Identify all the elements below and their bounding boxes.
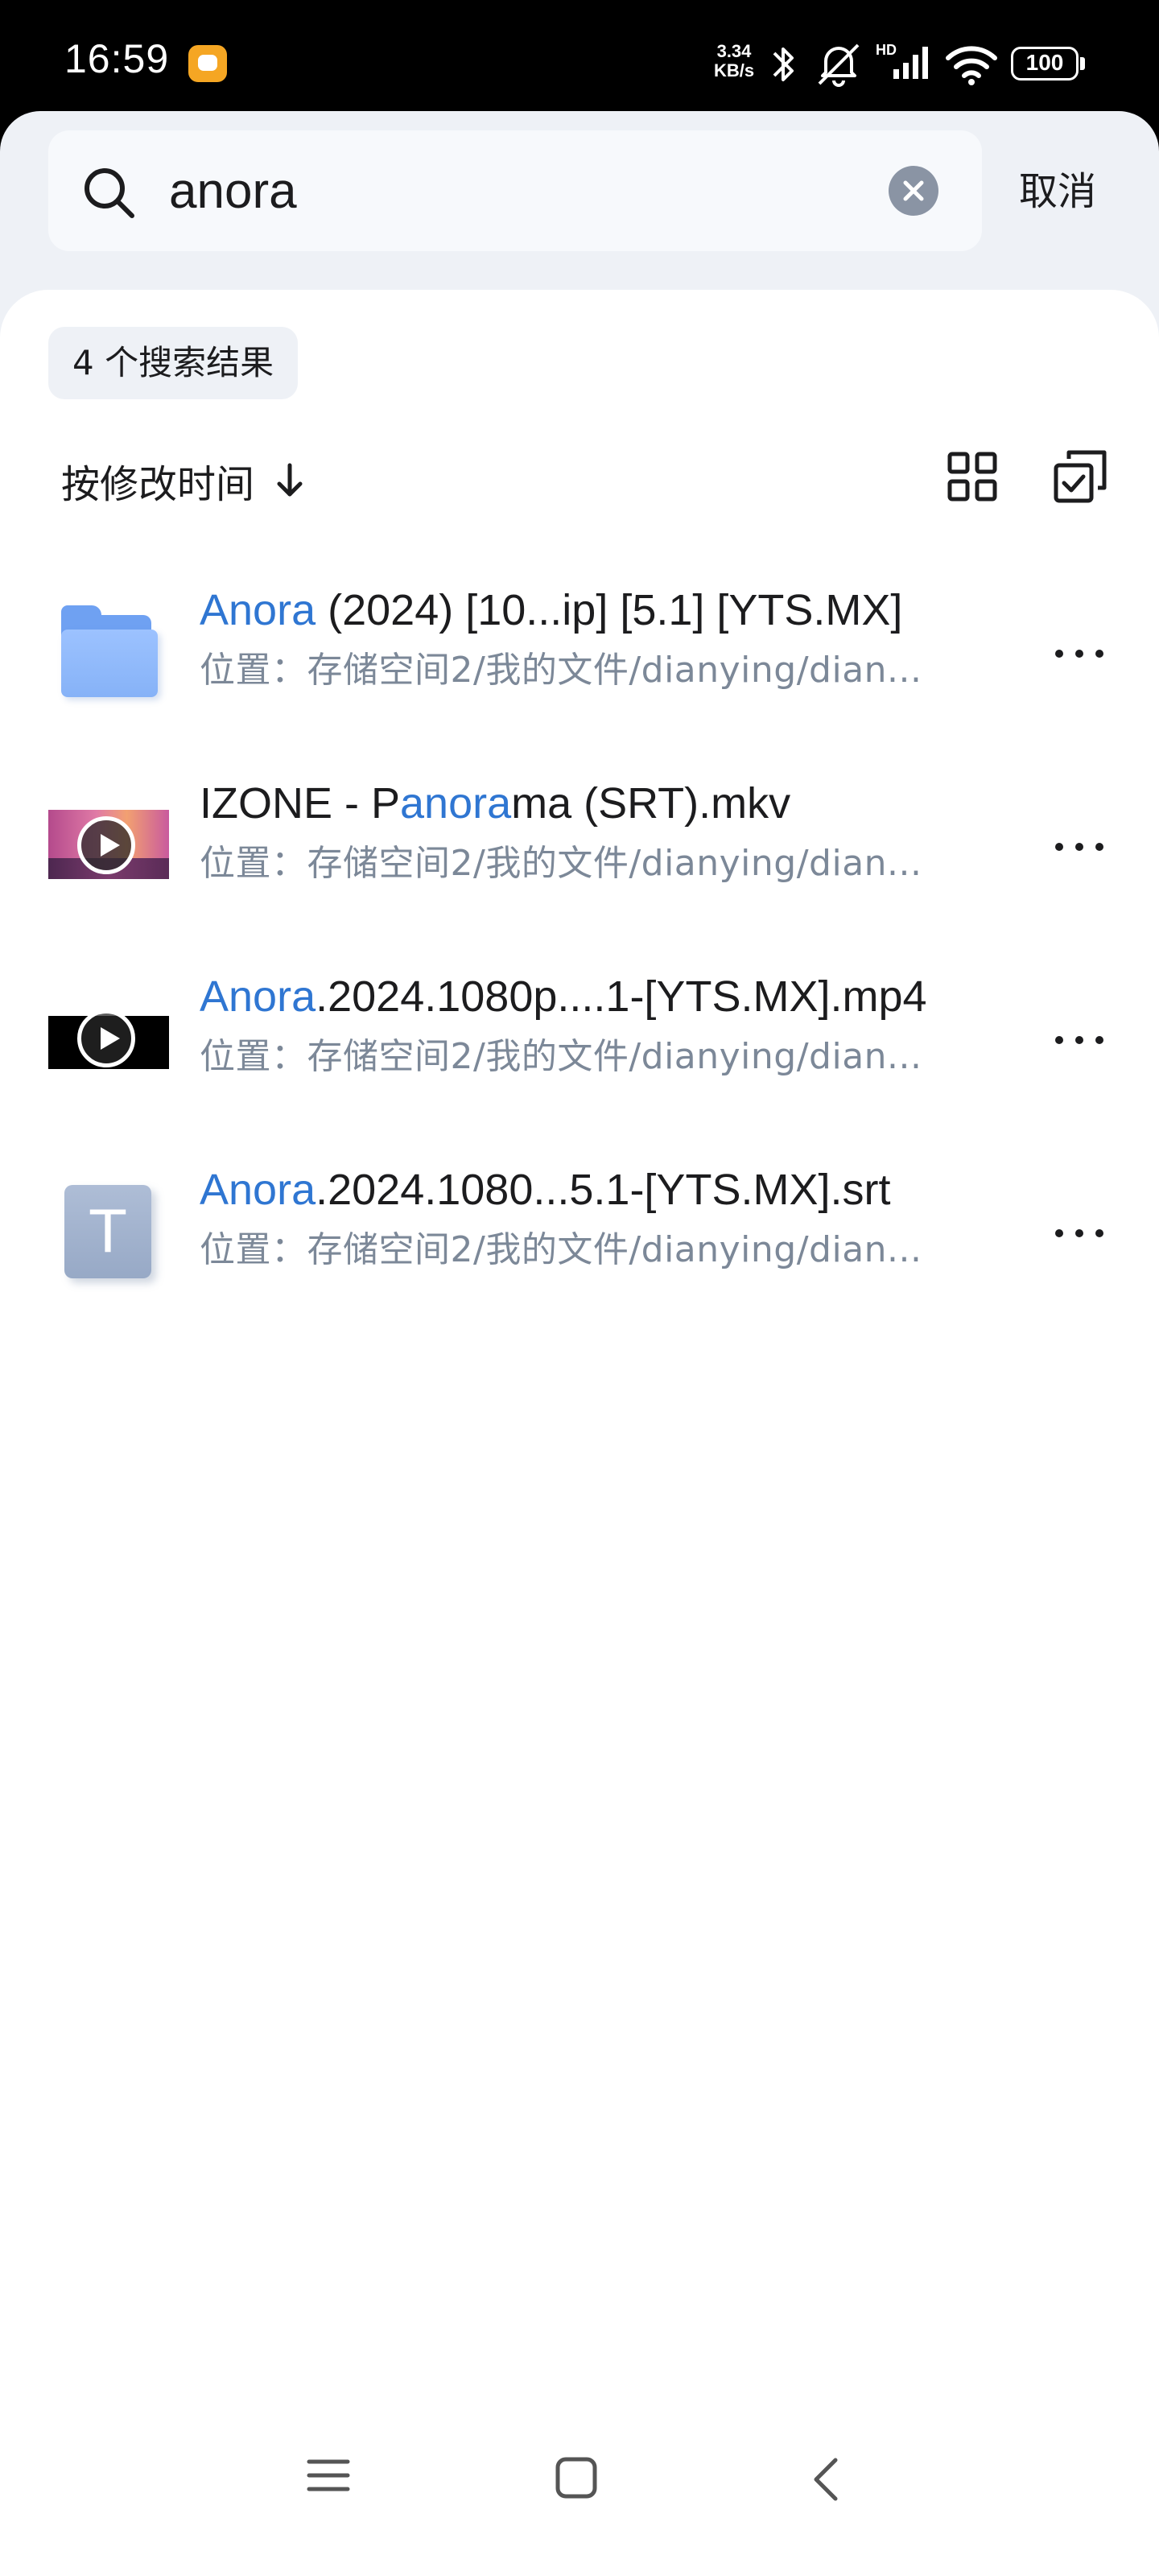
status-bar: 16:59 3.34 KB/s HD 100 xyxy=(0,0,1159,113)
multi-select-icon[interactable] xyxy=(1051,448,1109,506)
play-icon xyxy=(77,1009,135,1067)
network-speed: 3.34 KB/s xyxy=(705,42,763,80)
list-item[interactable]: Anora (2024) [10...ip] [5.1] [YTS.MX] 位置… xyxy=(0,557,1159,750)
search-results-list: Anora (2024) [10...ip] [5.1] [YTS.MX] 位置… xyxy=(0,557,1159,1330)
network-speed-unit: KB/s xyxy=(713,60,755,80)
results-panel: 4 个搜索结果 按修改时间 Anora (2024) [10...ip] [5.… xyxy=(0,290,1159,2576)
silent-mode-icon xyxy=(818,43,860,87)
text-file-icon: T xyxy=(48,1170,169,1291)
folder-icon xyxy=(48,591,169,712)
home-icon[interactable] xyxy=(554,2455,599,2500)
file-location: 位置：存储空间2/我的文件/dianying/dian... xyxy=(200,1036,922,1077)
status-time: 16:59 xyxy=(64,36,170,81)
cancel-button[interactable]: 取消 xyxy=(1019,159,1096,216)
video-thumbnail xyxy=(48,784,169,905)
file-name: Anora.2024.1080p....1-[YTS.MX].mp4 xyxy=(200,972,927,1021)
play-icon xyxy=(77,816,135,874)
clear-search-button[interactable] xyxy=(889,166,938,216)
file-name: Anora (2024) [10...ip] [5.1] [YTS.MX] xyxy=(200,586,903,634)
more-options-icon[interactable] xyxy=(1051,831,1107,863)
search-screen: 取消 4 个搜索结果 按修改时间 xyxy=(0,111,1159,2576)
list-item[interactable]: Anora.2024.1080p....1-[YTS.MX].mp4 位置：存储… xyxy=(0,943,1159,1137)
wifi-icon xyxy=(946,46,997,85)
list-item[interactable]: IZONE - Panorama (SRT).mkv 位置：存储空间2/我的文件… xyxy=(0,750,1159,943)
network-speed-value: 3.34 xyxy=(716,41,752,61)
result-count-badge: 4 个搜索结果 xyxy=(48,327,299,399)
app-notification-icon xyxy=(188,45,227,82)
bluetooth-icon xyxy=(773,47,794,81)
more-options-icon[interactable] xyxy=(1051,1024,1107,1056)
search-icon xyxy=(85,168,134,218)
file-location: 位置：存储空间2/我的文件/dianying/dian... xyxy=(200,650,922,691)
file-name: Anora.2024.1080...5.1-[YTS.MX].srt xyxy=(200,1166,891,1214)
battery-icon: 100 xyxy=(1011,47,1085,80)
sort-by-modified-button[interactable]: 按修改时间 xyxy=(61,452,306,509)
arrow-down-icon xyxy=(277,463,303,497)
file-location: 位置：存储空间2/我的文件/dianying/dian... xyxy=(200,843,922,884)
list-item[interactable]: T Anora.2024.1080...5.1-[YTS.MX].srt 位置：… xyxy=(0,1137,1159,1330)
back-icon[interactable] xyxy=(808,2455,843,2504)
signal-hd-label: HD xyxy=(876,42,897,58)
close-icon xyxy=(903,180,924,201)
video-thumbnail xyxy=(48,977,169,1098)
more-options-icon[interactable] xyxy=(1051,1217,1107,1249)
cellular-signal-icon: HD xyxy=(876,42,928,79)
search-input[interactable] xyxy=(169,158,893,224)
battery-level: 100 xyxy=(1025,50,1064,75)
recent-apps-icon[interactable] xyxy=(304,2455,353,2496)
system-navigation-bar xyxy=(0,2399,1159,2544)
grid-view-icon[interactable] xyxy=(945,449,1000,504)
file-name: IZONE - Panorama (SRT).mkv xyxy=(200,779,791,828)
more-options-icon[interactable] xyxy=(1051,638,1107,670)
search-bar[interactable] xyxy=(48,130,982,251)
sort-label: 按修改时间 xyxy=(61,462,255,507)
file-location: 位置：存储空间2/我的文件/dianying/dian... xyxy=(200,1229,922,1270)
